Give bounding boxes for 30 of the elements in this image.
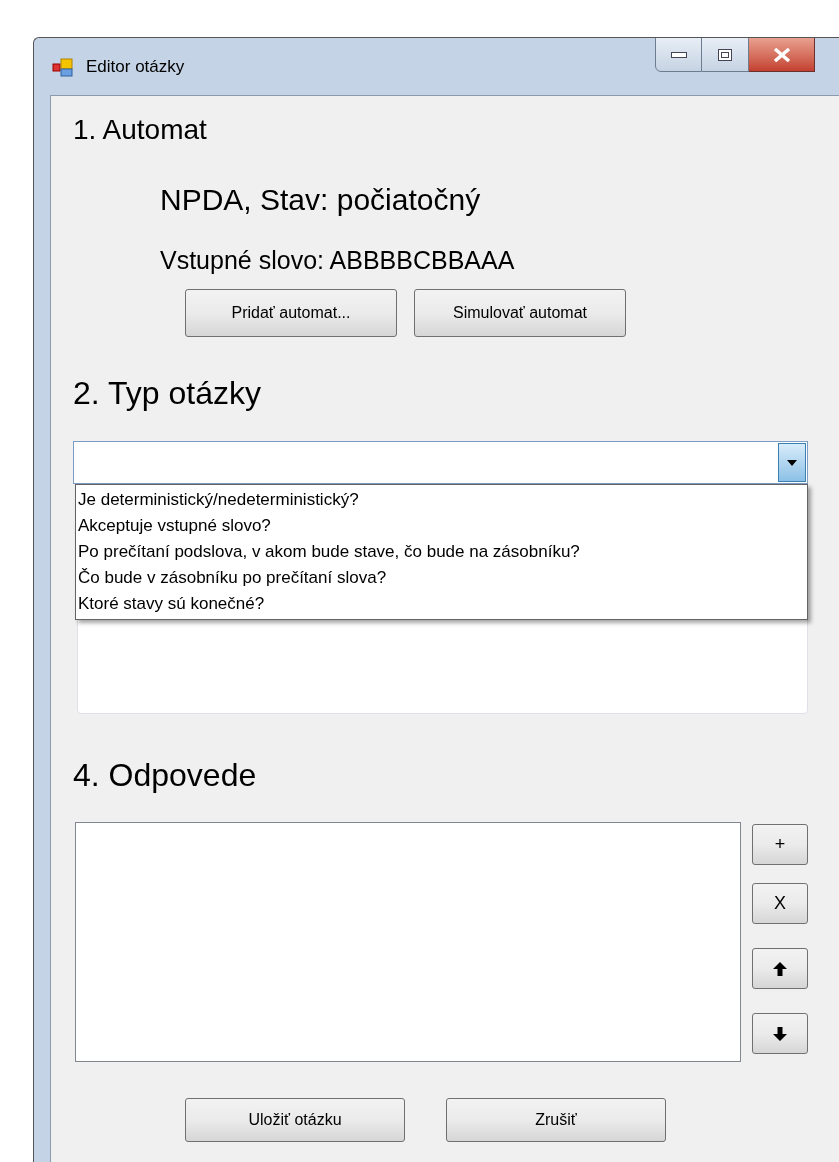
dropdown-option[interactable]: Je deterministický/nedeterministický? xyxy=(76,487,807,513)
simulate-automat-button[interactable]: Simulovať automat xyxy=(414,289,626,337)
minimize-icon xyxy=(670,51,687,58)
dropdown-option[interactable]: Čo bude v zásobníku po prečítaní slova? xyxy=(76,565,807,591)
arrow-up-icon xyxy=(773,961,787,976)
maximize-icon xyxy=(718,48,732,61)
section-heading: 4. Odpovede xyxy=(73,756,257,795)
section-heading: 1. Automat xyxy=(73,113,208,147)
minimize-button[interactable] xyxy=(655,38,702,72)
dropdown-option[interactable]: Ktoré stavy sú konečné? xyxy=(76,591,807,617)
move-down-button[interactable] xyxy=(752,1013,808,1054)
maximize-button[interactable] xyxy=(702,38,749,72)
close-icon xyxy=(772,47,791,62)
automat-label: NPDA, Stav: počiatočný xyxy=(160,182,481,218)
app-icon xyxy=(52,55,74,78)
dropdown-option[interactable]: Po prečítaní podslova, v akom bude stave, čo bude na zásobníku? xyxy=(76,539,807,565)
window-title: Editor otázky xyxy=(86,55,185,78)
close-button[interactable] xyxy=(749,38,815,72)
caret-icon xyxy=(787,459,797,466)
dropdown-arrow-button[interactable] xyxy=(778,443,806,482)
section-heading: 2. Typ otázky xyxy=(73,374,261,413)
arrow-down-icon xyxy=(773,1026,787,1041)
add-automat-button[interactable]: Pridať automat... xyxy=(185,289,397,337)
input-word-label: Vstupné slovo: ABBBBCBBAAA xyxy=(160,245,515,276)
save-question-button[interactable]: Uložiť otázku xyxy=(185,1098,405,1142)
move-up-button[interactable] xyxy=(752,948,808,989)
cancel-button[interactable]: Zrušiť xyxy=(446,1098,666,1142)
list-action-button[interactable]: + xyxy=(752,824,808,865)
dropdown-option[interactable]: Akceptuje vstupné slovo? xyxy=(76,513,807,539)
list-action-button[interactable]: X xyxy=(752,883,808,924)
